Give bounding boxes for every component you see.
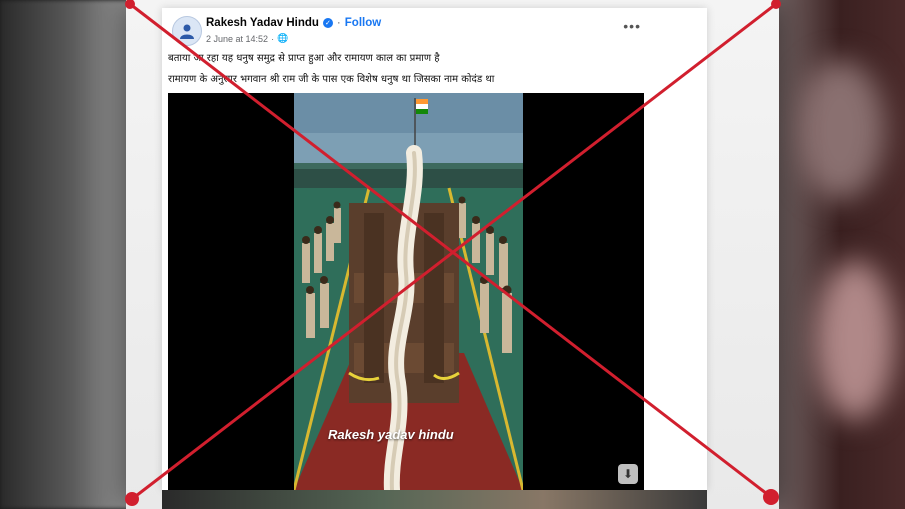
post-meta: 2 June at 14:52 · 🌐	[206, 33, 288, 44]
post-caption: बताया जा रहा यह धनुष समुद्र से प्राप्त ह…	[168, 48, 688, 90]
download-icon: ⬇	[622, 467, 634, 481]
background-left-blur	[0, 0, 130, 509]
caption-line: बताया जा रहा यह धनुष समुद्र से प्राप्त ह…	[168, 53, 440, 64]
facebook-post: Rakesh Yadav Hindu ✓ · Follow 2 June at …	[162, 8, 707, 490]
caption-line: रामायण के अनुसार भगवान श्री राम जी के पा…	[168, 74, 495, 85]
follow-button[interactable]: Follow	[345, 17, 381, 29]
author-row: Rakesh Yadav Hindu ✓ · Follow	[206, 17, 381, 29]
globe-icon: 🌐	[277, 33, 289, 43]
video-frame-image: Rakesh yadav hindu	[294, 93, 523, 490]
bottom-blur-strip	[162, 490, 707, 509]
avatar[interactable]	[172, 16, 202, 46]
separator-dot: ·	[271, 33, 275, 44]
verified-badge-icon: ✓	[322, 18, 333, 28]
post-timestamp[interactable]: 2 June at 14:52	[206, 34, 268, 44]
video-watermark: Rakesh yadav hindu	[328, 427, 454, 442]
separator-dot: ·	[336, 17, 341, 29]
profile-icon	[180, 24, 194, 39]
more-options-button[interactable]: •••	[623, 18, 641, 34]
author-name[interactable]: Rakesh Yadav Hindu	[206, 17, 319, 29]
background-right-blur	[775, 0, 905, 509]
download-button[interactable]: ⬇	[618, 464, 638, 484]
post-video[interactable]: Rakesh yadav hindu ⬇	[168, 93, 644, 490]
